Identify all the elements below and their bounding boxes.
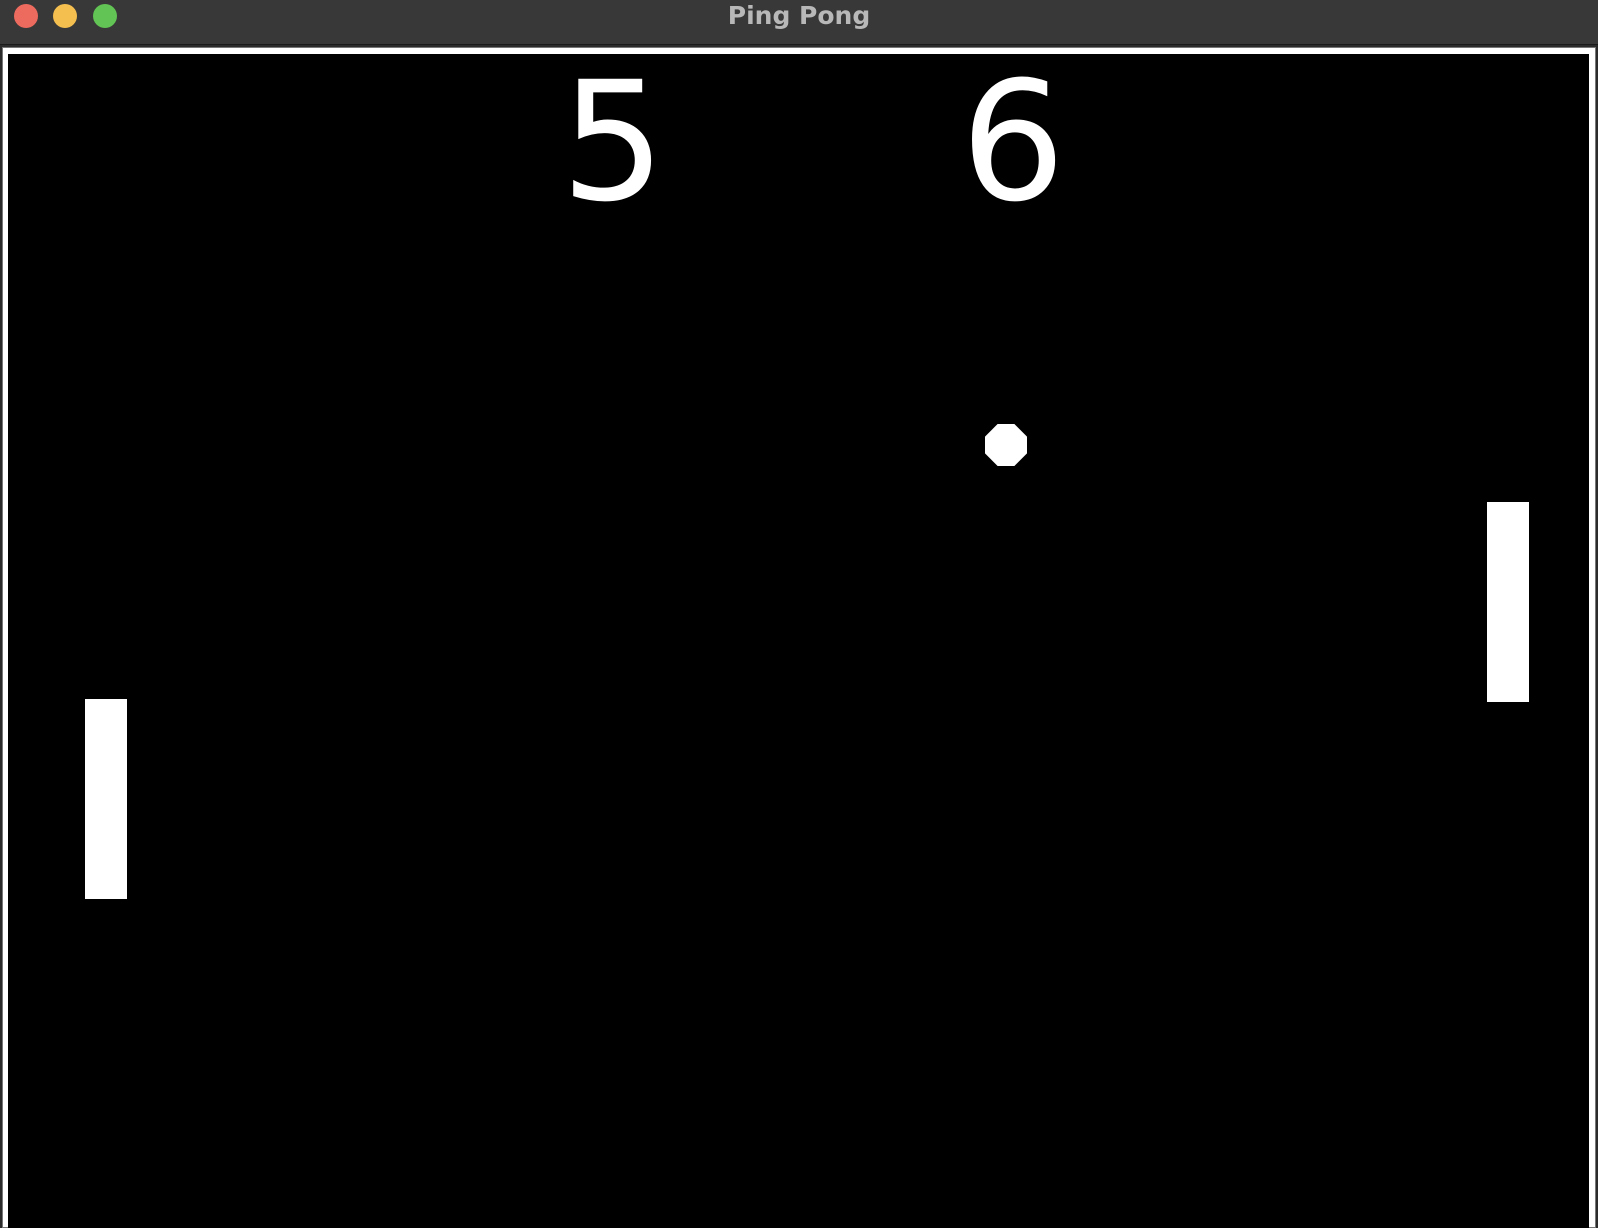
title-bar[interactable]: Ping Pong bbox=[0, 0, 1598, 45]
game-canvas[interactable]: 5 6 bbox=[8, 54, 1589, 1228]
right-score: 6 bbox=[960, 54, 1066, 238]
left-score: 5 bbox=[560, 54, 666, 238]
app-window: Ping Pong 5 6 bbox=[0, 0, 1598, 1228]
left-paddle bbox=[85, 699, 127, 899]
right-paddle bbox=[1487, 502, 1529, 702]
ball bbox=[985, 424, 1027, 466]
window-title: Ping Pong bbox=[727, 1, 871, 30]
